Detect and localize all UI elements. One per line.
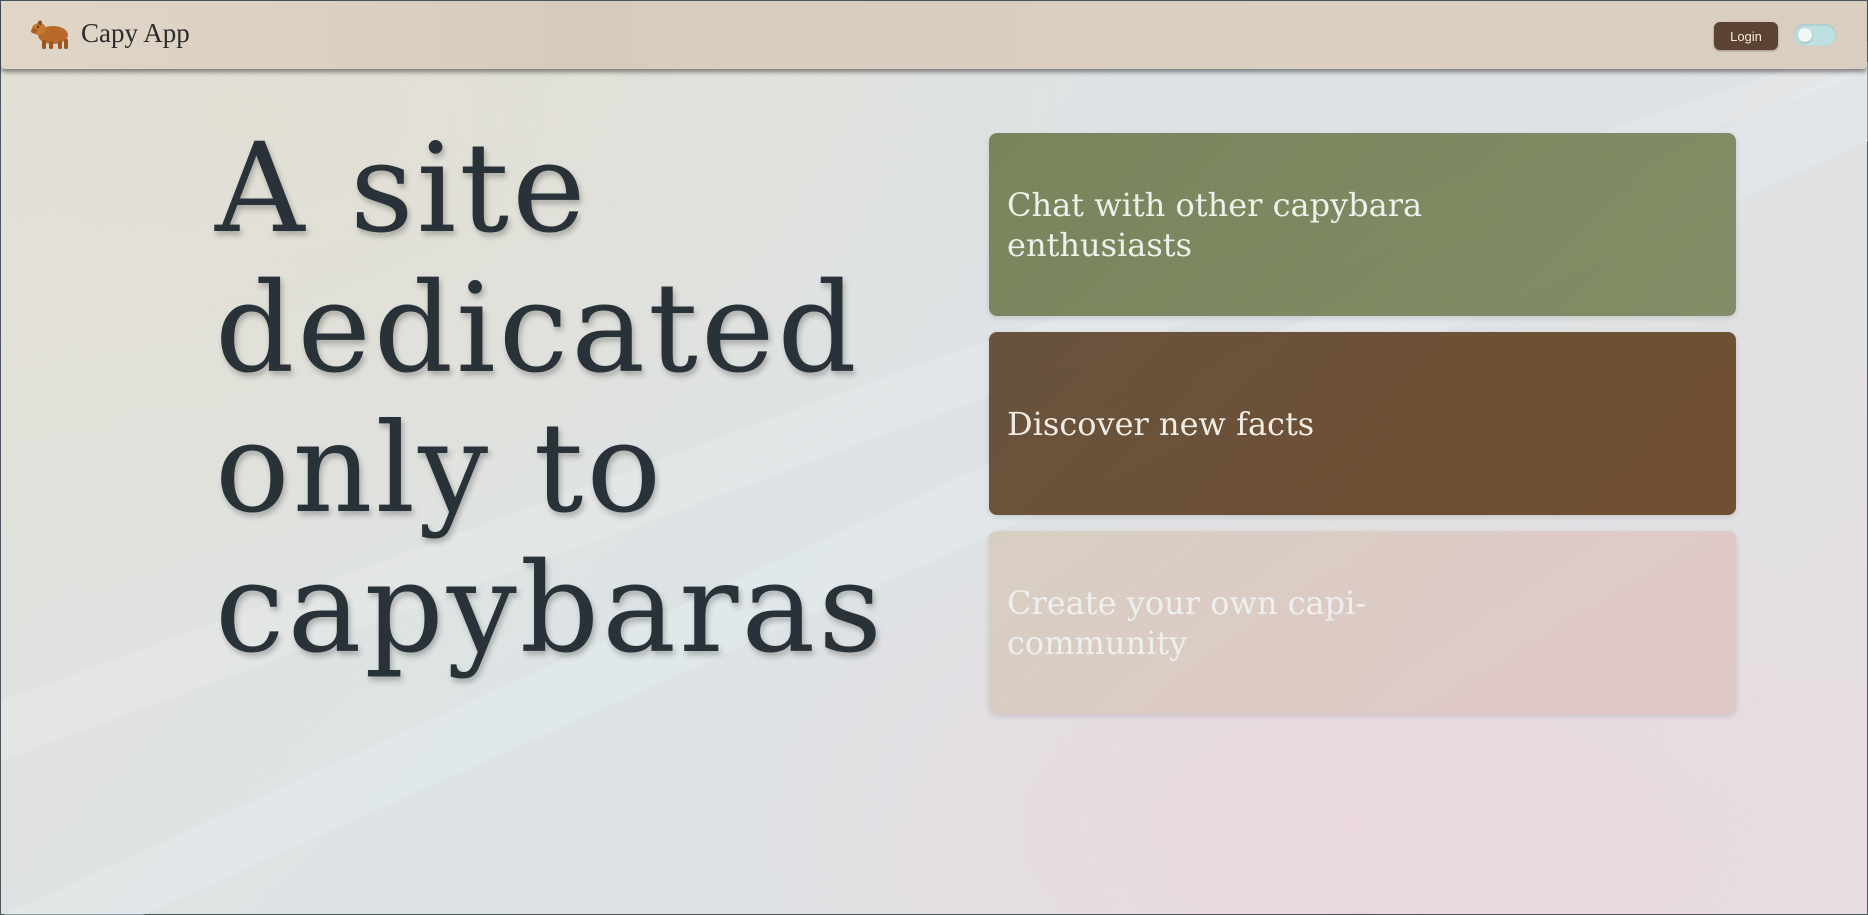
card-discover-facts-label: Discover new facts (1007, 404, 1315, 443)
brand[interactable]: Capy App (31, 15, 190, 51)
toggle-knob (1798, 28, 1812, 42)
top-navbar: Capy App Login (1, 1, 1867, 69)
app-name: Capy App (81, 17, 190, 48)
feature-cards: Chat with other capybara enthusiasts Dis… (989, 133, 1736, 730)
capybara-icon (31, 20, 68, 49)
hero-title: A site dedicated only to capybaras (215, 117, 885, 681)
theme-toggle[interactable] (1794, 24, 1836, 46)
login-button[interactable]: Login (1714, 22, 1778, 50)
card-chat[interactable]: Chat with other capybara enthusiasts (989, 133, 1736, 316)
card-create-community-label: Create your own capi-community (1007, 583, 1367, 662)
card-create-community[interactable]: Create your own capi-community (989, 531, 1736, 714)
card-chat-label: Chat with other capybara enthusiasts (1007, 185, 1423, 264)
card-discover-facts[interactable]: Discover new facts (989, 332, 1736, 515)
